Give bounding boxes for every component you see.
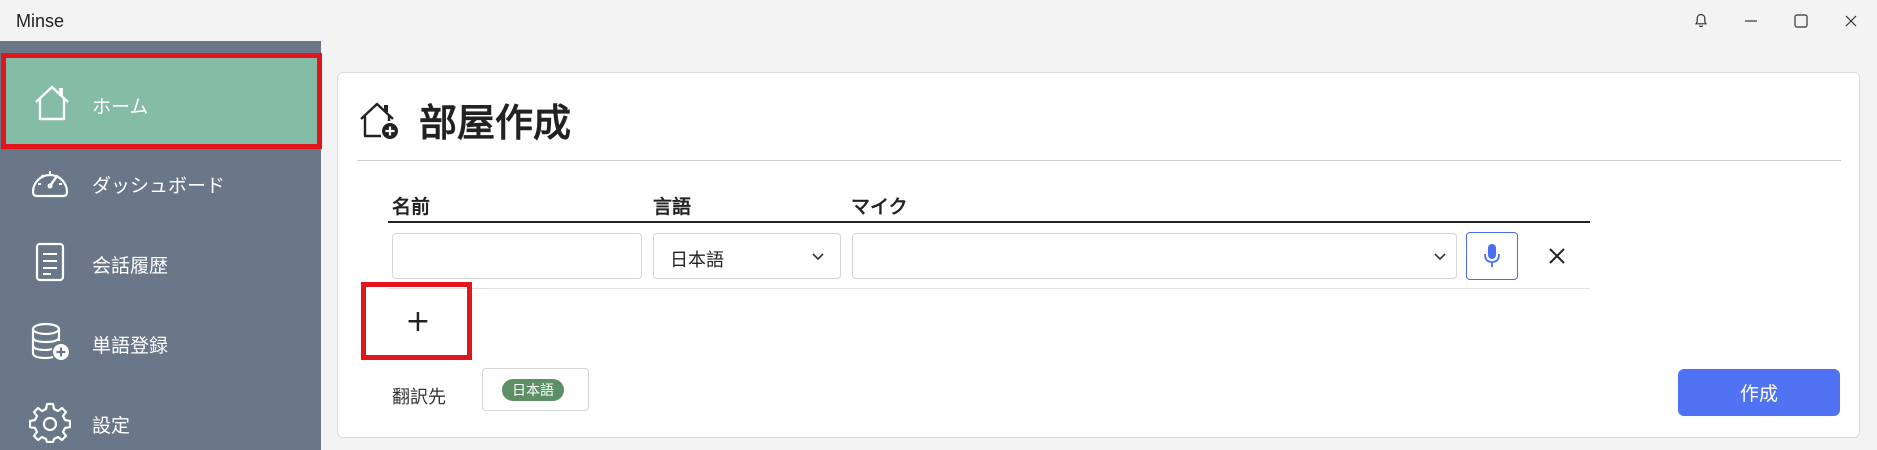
remove-row-button[interactable] (1537, 236, 1577, 276)
translation-target-selector[interactable]: 日本語 (482, 368, 589, 411)
plus-icon: + (405, 304, 431, 339)
maximize-button[interactable] (1776, 6, 1826, 36)
chevron-down-icon (812, 253, 824, 261)
microphone-icon (1484, 244, 1500, 267)
gear-icon (28, 400, 72, 444)
sidebar-item-label: ダッシュボード (92, 176, 226, 197)
page-title: 部屋作成 (419, 102, 572, 145)
name-field[interactable] (392, 233, 642, 279)
close-icon (1549, 248, 1565, 264)
column-header-language: 言語 (653, 197, 692, 218)
chevron-down-icon (1434, 253, 1446, 261)
home-icon (30, 81, 74, 125)
notification-button[interactable] (1676, 6, 1726, 36)
column-header-rule (388, 221, 1590, 223)
document-icon (28, 240, 72, 284)
mic-button[interactable] (1466, 232, 1518, 280)
minimize-icon (1745, 20, 1757, 22)
add-row-button[interactable]: + (370, 289, 466, 355)
create-button[interactable]: 作成 (1678, 369, 1840, 416)
sidebar-item-word-registration[interactable]: 単語登録 (0, 302, 321, 382)
sidebar-item-settings[interactable]: 設定 (0, 382, 321, 450)
database-add-icon (28, 320, 72, 364)
maximize-icon (1794, 14, 1808, 28)
page-header: 部屋作成 (357, 94, 572, 145)
row-divider (388, 288, 1590, 289)
minimize-button[interactable] (1726, 6, 1776, 36)
speedometer-icon (28, 160, 72, 204)
app-title: Minse (16, 11, 65, 31)
language-select-value: 日本語 (670, 250, 724, 270)
bell-icon (1694, 13, 1708, 28)
column-header-name: 名前 (392, 197, 431, 218)
sidebar-item-dashboard[interactable]: ダッシュボード (0, 142, 321, 222)
sidebar-item-label: ホーム (92, 97, 149, 118)
title-bar: Minse (0, 0, 1877, 41)
translation-target-label: 翻訳先 (392, 387, 446, 407)
mic-select[interactable] (852, 233, 1457, 279)
sidebar-item-label: 単語登録 (92, 336, 169, 357)
sidebar-item-label: 会話履歴 (92, 256, 169, 277)
sidebar-item-history[interactable]: 会話履歴 (0, 222, 321, 302)
column-header-mic: マイク (851, 197, 908, 218)
home-add-icon (357, 97, 401, 141)
sidebar-item-label: 設定 (92, 416, 131, 437)
language-badge[interactable]: 日本語 (502, 379, 564, 401)
close-window-button[interactable] (1826, 6, 1876, 36)
language-select[interactable]: 日本語 (653, 233, 841, 279)
sidebar-item-home[interactable]: ホーム (6, 58, 318, 148)
close-icon (1845, 15, 1857, 27)
divider (357, 160, 1841, 161)
name-input[interactable] (393, 234, 641, 278)
